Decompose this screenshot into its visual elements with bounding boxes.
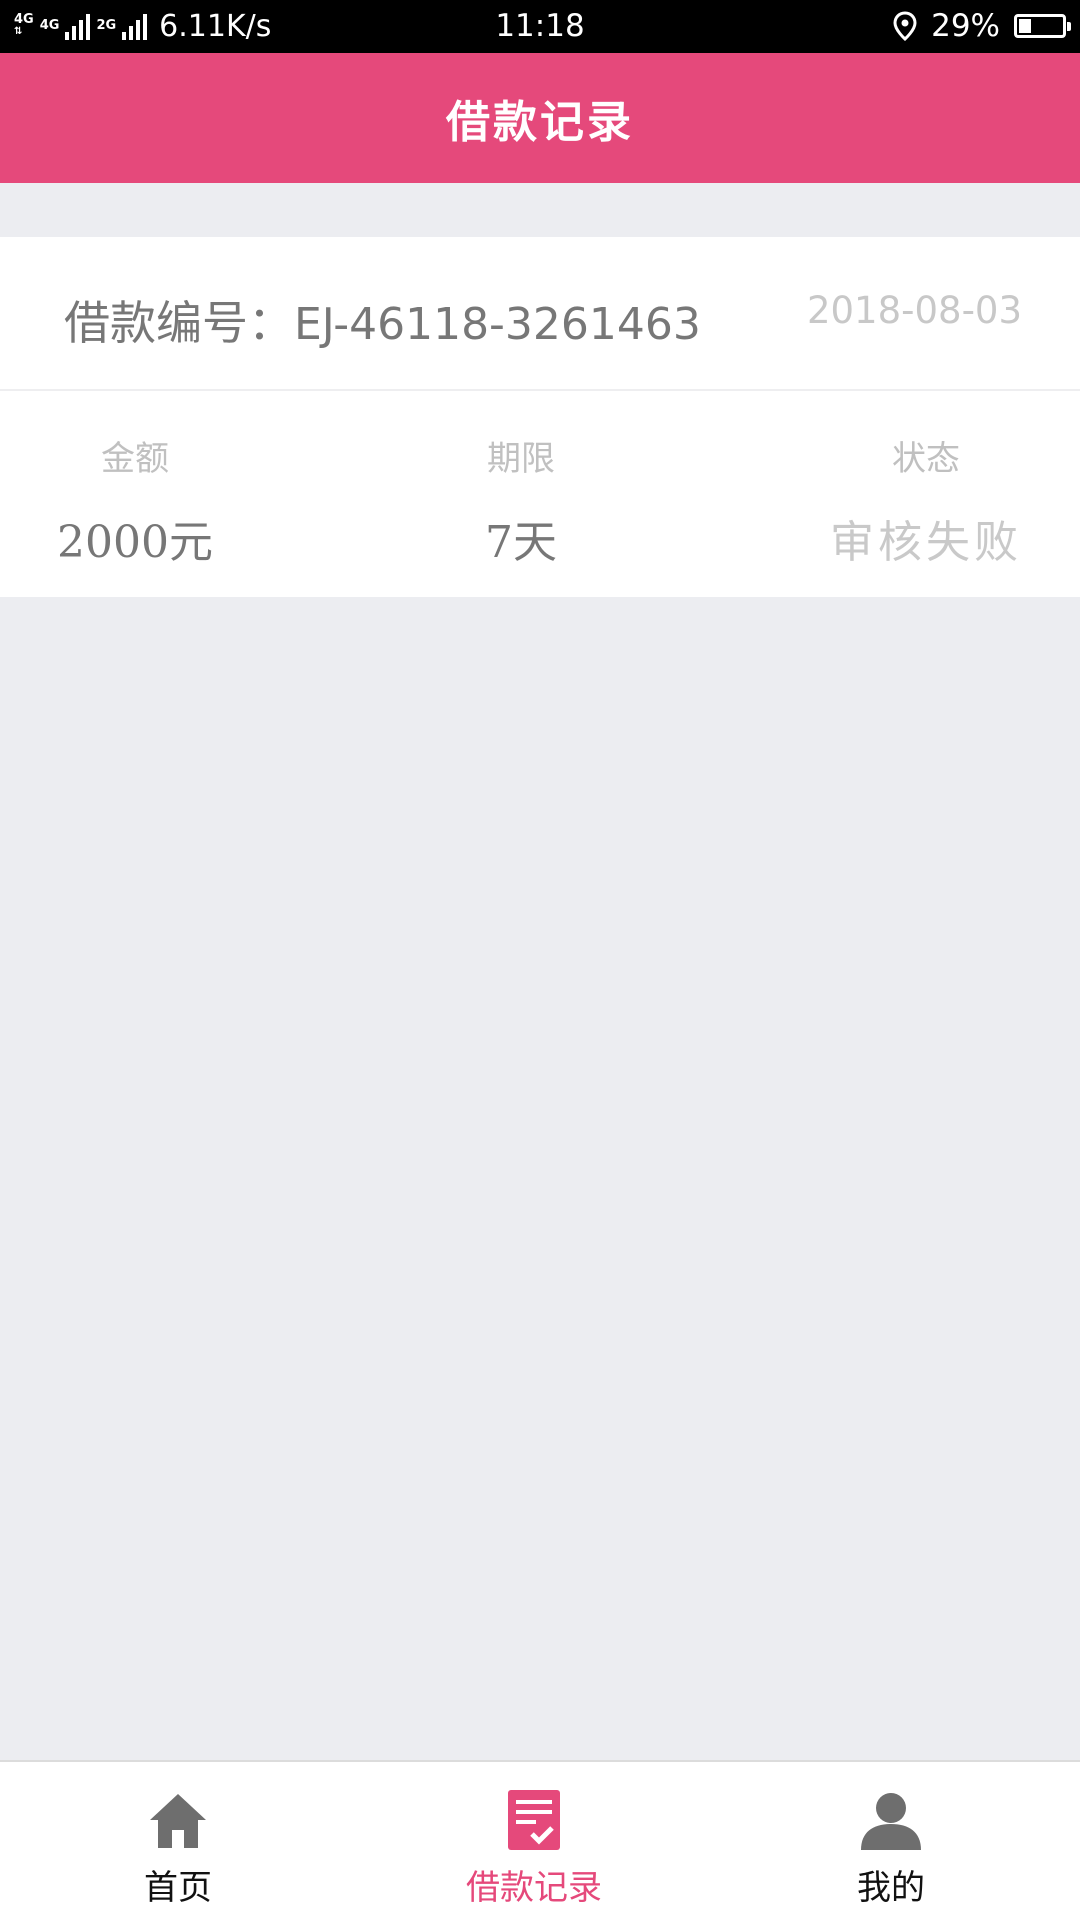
loan-date: 2018-08-03	[806, 289, 1022, 332]
profile-icon	[861, 1793, 921, 1850]
page-title: 借款记录	[446, 97, 634, 148]
battery-percent: 29%	[931, 8, 1000, 44]
status-label: 状态	[892, 439, 960, 479]
nav-profile-label: 我的	[857, 1868, 925, 1908]
loan-records-icon	[508, 1790, 560, 1850]
amount-value: 2000元	[57, 517, 213, 568]
battery-icon	[1014, 14, 1071, 38]
nav-loan-records[interactable]: 借款记录	[434, 1788, 634, 1909]
status-bar-right: 29%	[893, 6, 1071, 46]
status-column: 状态 审核失败	[786, 431, 1066, 570]
status-bar: 4G ⇅ 4G 2G 6.11K/s 11:18 29%	[0, 0, 1080, 53]
battery-level	[1019, 19, 1031, 33]
bottom-nav: 首页 借款记录 我的	[0, 1760, 1080, 1920]
nav-home[interactable]: 首页	[78, 1788, 278, 1909]
app-header: 借款记录	[0, 53, 1080, 183]
nav-home-label: 首页	[144, 1868, 212, 1908]
term-value: 7天	[485, 517, 557, 568]
location-icon	[893, 11, 917, 41]
home-icon	[150, 1794, 206, 1848]
loan-record-details[interactable]: 金额 2000元 期限 7天 状态 审核失败	[0, 391, 1080, 597]
term-label: 期限	[487, 439, 555, 479]
loan-number: 借款编号：EJ-46118-3261463	[64, 287, 701, 353]
amount-label: 金额	[101, 439, 169, 479]
loan-number-value: EJ-46118-3261463	[294, 299, 701, 350]
nav-loan-records-label: 借款记录	[466, 1868, 602, 1908]
term-column: 期限 7天	[381, 431, 661, 570]
loan-record-header[interactable]: 借款编号：EJ-46118-3261463 2018-08-03	[0, 237, 1080, 391]
amount-column: 金额 2000元	[0, 431, 275, 570]
loan-number-label: 借款编号：	[64, 296, 294, 350]
status-value: 审核失败	[830, 517, 1022, 568]
nav-profile[interactable]: 我的	[791, 1788, 991, 1909]
